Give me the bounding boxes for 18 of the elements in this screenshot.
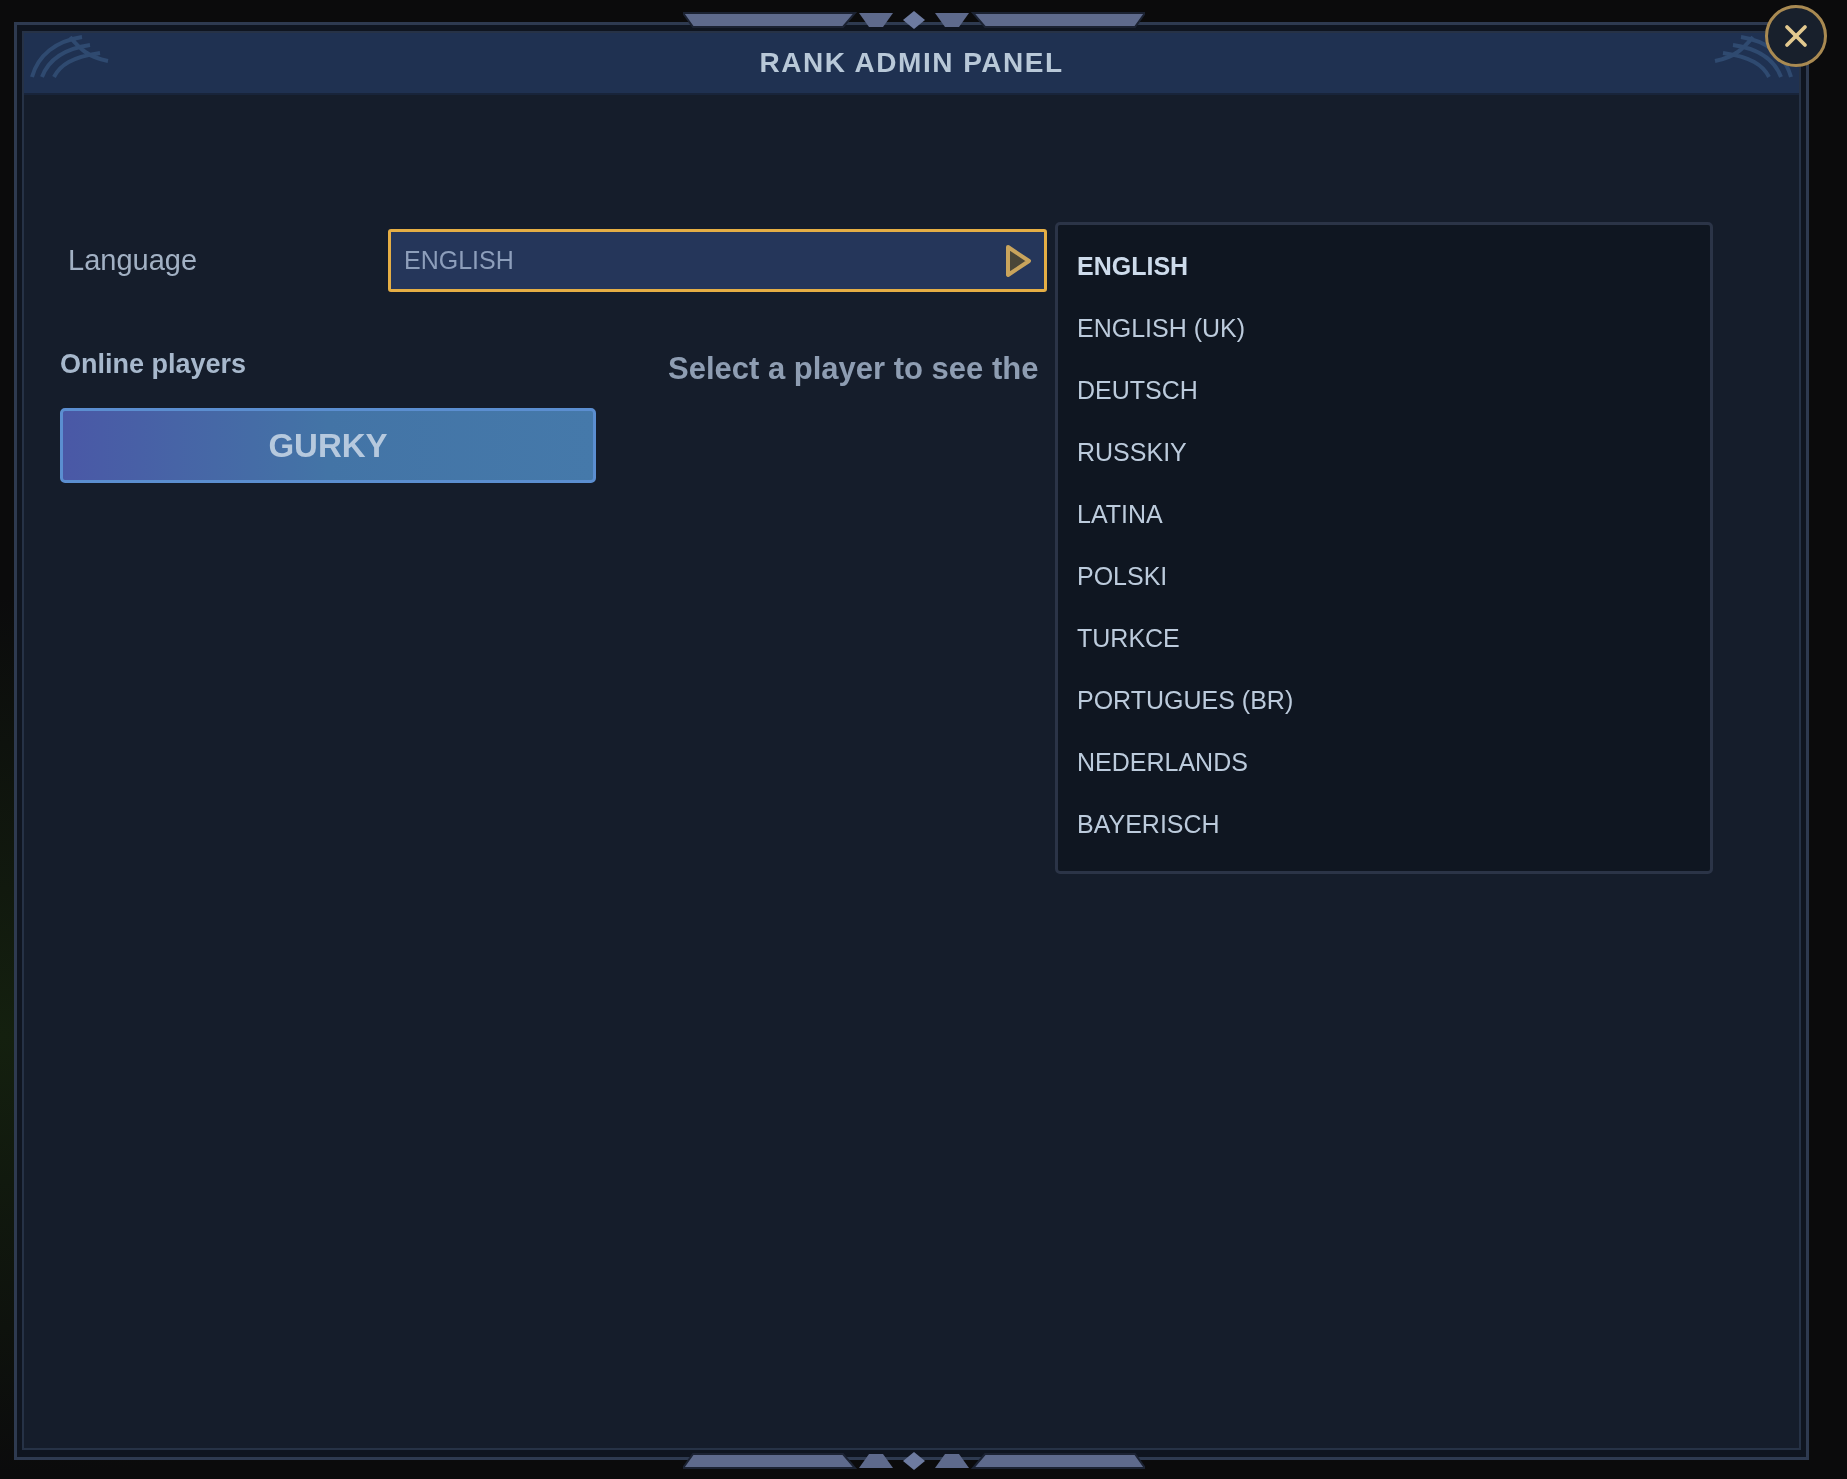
online-players-heading: Online players: [60, 349, 247, 380]
corner-knot-icon: [1713, 35, 1793, 79]
triangle-icon: [1005, 243, 1032, 278]
language-option[interactable]: BAYERISCH: [1058, 793, 1710, 855]
language-label: Language: [67, 244, 199, 277]
language-option[interactable]: ENGLISH: [1058, 235, 1710, 297]
language-option[interactable]: PORTUGUES (BR): [1058, 669, 1710, 731]
language-option[interactable]: RUSSKIY: [1058, 421, 1710, 483]
language-select[interactable]: ENGLISH: [388, 229, 1047, 292]
language-option[interactable]: POLSKI: [1058, 545, 1710, 607]
language-option[interactable]: LATINA: [1058, 483, 1710, 545]
select-player-hint: Select a player to see the: [668, 351, 1039, 387]
language-option[interactable]: TURKCE: [1058, 607, 1710, 669]
window-title: RANK ADMIN PANEL: [759, 47, 1064, 79]
language-option[interactable]: NEDERLANDS: [1058, 731, 1710, 793]
language-option[interactable]: DEUTSCH: [1058, 359, 1710, 421]
language-option[interactable]: ENGLISH (UK): [1058, 297, 1710, 359]
corner-knot-icon: [30, 35, 110, 79]
